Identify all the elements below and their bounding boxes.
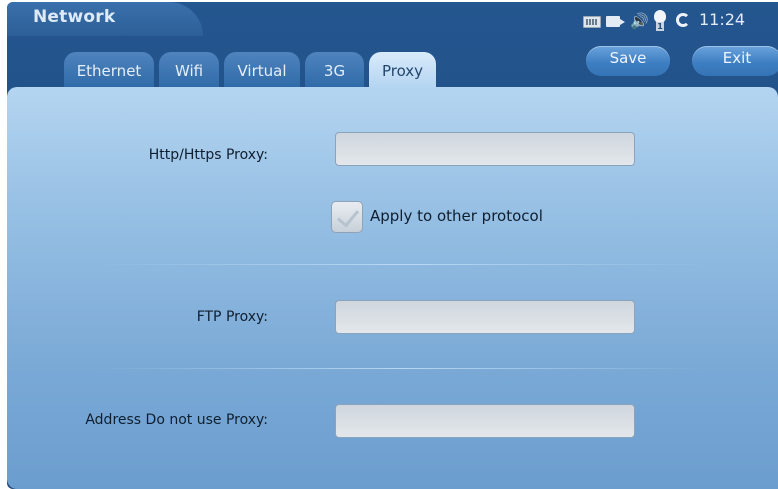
tab-wifi[interactable]: Wifi xyxy=(159,52,219,88)
tab-proxy[interactable]: Proxy xyxy=(369,52,436,88)
volume-icon[interactable]: 🔊 xyxy=(630,11,649,31)
divider xyxy=(97,264,707,265)
app-title: Network xyxy=(33,7,116,27)
http-proxy-label: Http/Https Proxy: xyxy=(148,147,268,163)
apply-to-other-protocol-checkbox[interactable] xyxy=(331,201,363,233)
no-proxy-label: Address Do not use Proxy: xyxy=(85,412,268,428)
ftp-proxy-label: FTP Proxy: xyxy=(196,309,268,325)
ftp-proxy-input[interactable] xyxy=(335,300,635,334)
exit-button[interactable]: Exit xyxy=(692,46,778,76)
tab-virtual[interactable]: Virtual xyxy=(224,52,300,88)
apply-to-other-protocol-label: Apply to other protocol xyxy=(370,207,543,225)
save-button[interactable]: Save xyxy=(586,46,670,76)
keyboard-icon[interactable] xyxy=(583,16,601,28)
no-proxy-input[interactable] xyxy=(335,404,635,438)
http-proxy-input[interactable] xyxy=(335,132,635,166)
sync-icon xyxy=(676,13,690,27)
tab-ethernet[interactable]: Ethernet xyxy=(64,52,154,88)
camera-icon xyxy=(606,16,626,27)
clock: 11:24 xyxy=(699,10,746,29)
tab-3g[interactable]: 3G xyxy=(305,52,364,88)
network-settings-screen: Network 🔊 11:24 Save Exit Ethernet Wifi … xyxy=(0,0,778,489)
divider xyxy=(97,368,707,369)
check-icon xyxy=(336,204,360,228)
bulb-icon xyxy=(653,10,669,32)
